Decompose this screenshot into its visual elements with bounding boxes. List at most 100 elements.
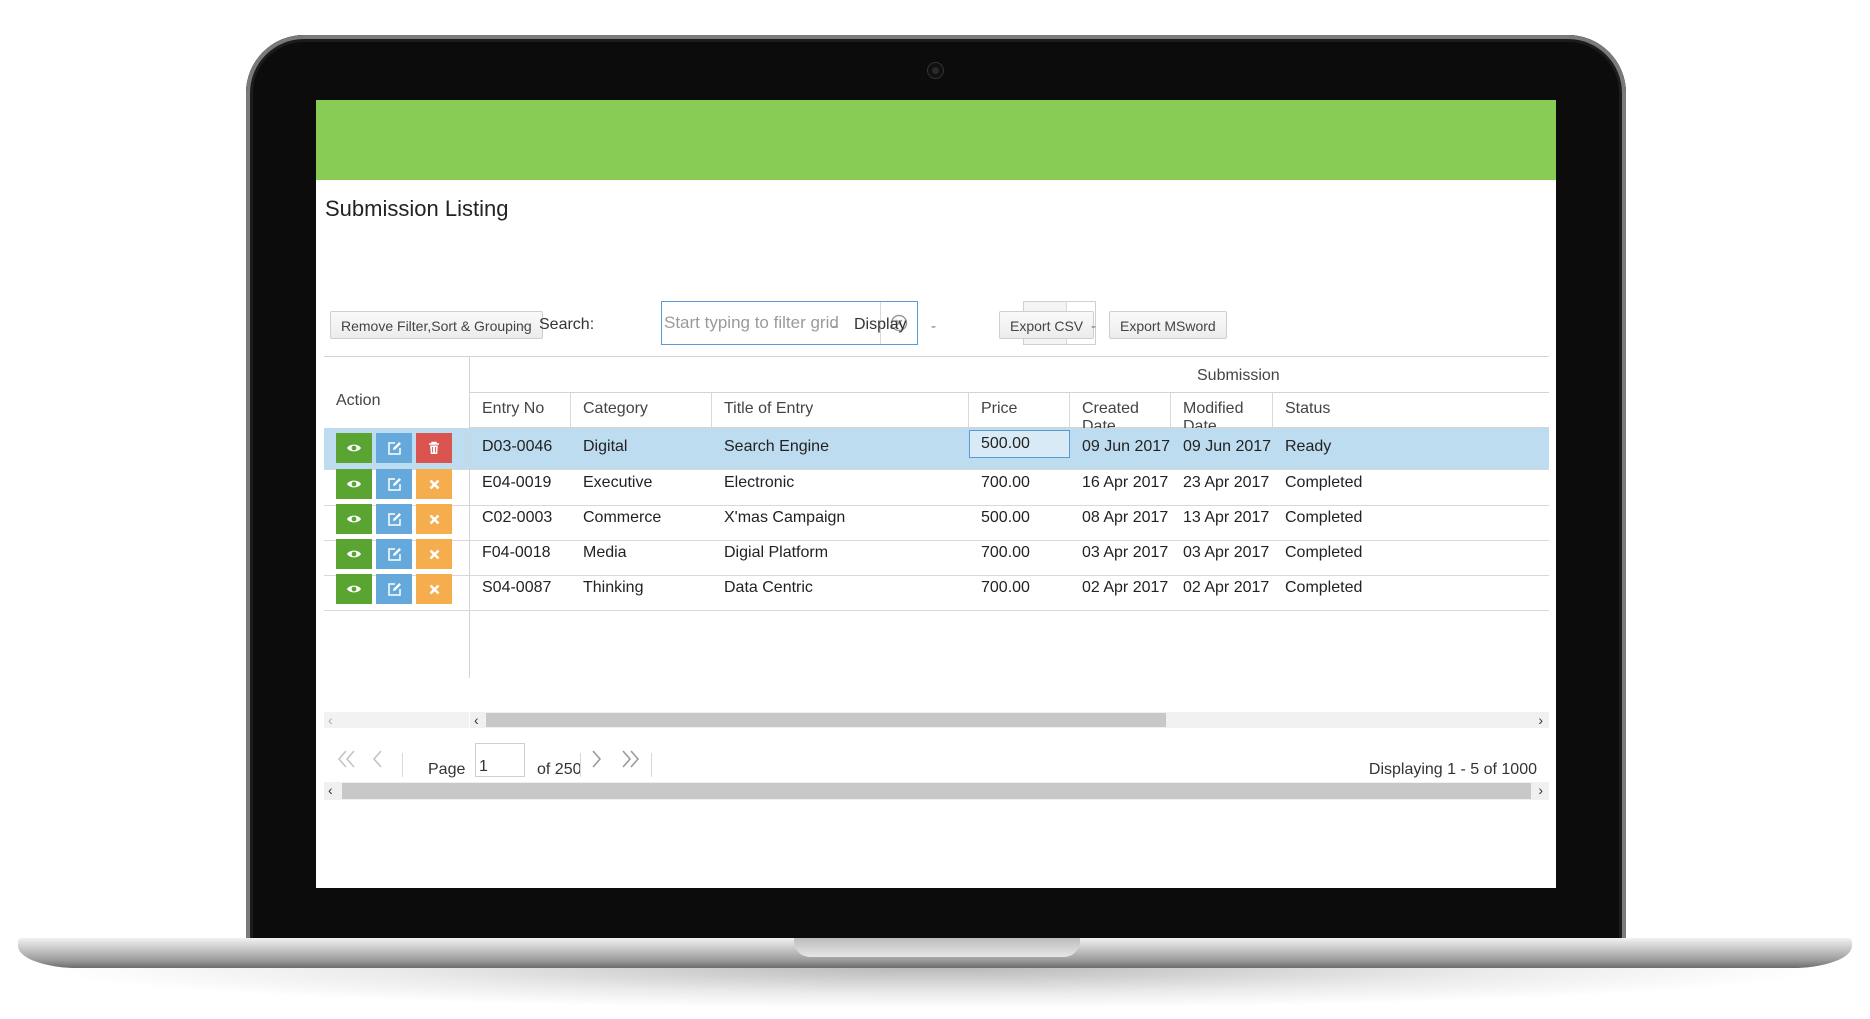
view-button[interactable] xyxy=(336,504,372,534)
cell-modified: 03 Apr 2017 xyxy=(1183,544,1270,561)
display-label: Display xyxy=(854,316,907,333)
cell-price: 500.00 xyxy=(969,430,1070,458)
action-header-label: Action xyxy=(336,392,381,409)
column-header-entry-no[interactable]: Entry No xyxy=(470,393,571,428)
scroll-left-arrow[interactable]: ‹ xyxy=(328,782,333,798)
action-column: Action xyxy=(324,357,470,678)
cell-modified: 23 Apr 2017 xyxy=(1183,474,1270,491)
cancel-button[interactable] xyxy=(416,504,452,534)
cell-title: Electronic xyxy=(724,474,795,491)
x-icon xyxy=(429,514,439,524)
cell-status: Completed xyxy=(1285,509,1363,526)
double-chevron-right-icon[interactable] xyxy=(619,749,641,769)
edit-button[interactable] xyxy=(376,469,412,499)
chevron-left-icon[interactable] xyxy=(370,749,384,769)
cell-status: Completed xyxy=(1285,544,1363,561)
scroll-left-arrow[interactable]: ‹ xyxy=(328,712,333,728)
cell-title: Digial Platform xyxy=(724,544,829,561)
edit-icon xyxy=(387,547,401,561)
cancel-button[interactable] xyxy=(416,469,452,499)
edit-button[interactable] xyxy=(376,539,412,569)
toolbar-separator: - xyxy=(521,318,526,335)
toolbar-separator: - xyxy=(832,318,837,335)
column-header-price[interactable]: Price xyxy=(969,393,1070,428)
page-number-input[interactable] xyxy=(475,743,525,777)
search-input[interactable] xyxy=(664,304,882,342)
submission-grid: Action Submission Entry No Category Titl… xyxy=(324,356,1549,679)
cell-modified: 13 Apr 2017 xyxy=(1183,509,1270,526)
view-button[interactable] xyxy=(336,574,372,604)
cancel-button[interactable] xyxy=(416,539,452,569)
edit-button[interactable] xyxy=(376,433,412,463)
scrollbar-thumb[interactable] xyxy=(342,783,1531,799)
cell-status: Completed xyxy=(1285,474,1363,491)
view-button[interactable] xyxy=(336,433,372,463)
search-label: Search: xyxy=(539,316,595,333)
page-total: of 250 xyxy=(537,761,582,778)
cell-created: 08 Apr 2017 xyxy=(1082,509,1169,526)
cell-modified: 09 Jun 2017 xyxy=(1183,438,1272,455)
cancel-button[interactable] xyxy=(416,574,452,604)
toolbar-separator: - xyxy=(931,318,936,335)
pager-divider xyxy=(402,753,403,777)
toolbar-separator: - xyxy=(1091,318,1096,335)
action-header: Action xyxy=(324,357,469,429)
remove-filter-button[interactable]: Remove Filter,Sort & Grouping xyxy=(330,311,543,339)
column-header-modified-date[interactable]: Modified Date xyxy=(1171,393,1273,435)
group-header-label: Submission xyxy=(1197,367,1280,384)
column-header-title[interactable]: Title of Entry xyxy=(712,393,969,428)
display-info: Displaying 1 - 5 of 1000 xyxy=(1368,761,1537,778)
export-csv-button[interactable]: Export CSV xyxy=(999,311,1095,339)
view-button[interactable] xyxy=(336,469,372,499)
cell-entry-no: S04-0087 xyxy=(482,579,552,596)
page-label: Page xyxy=(428,761,466,778)
pager: Page of 250 Displaying 1 - 5 of 1000 xyxy=(324,742,1549,782)
action-scrollbar[interactable]: ‹ xyxy=(324,712,469,728)
cell-entry-no: D03-0046 xyxy=(482,438,553,455)
x-icon xyxy=(429,479,439,489)
cell-title: X'mas Campaign xyxy=(724,509,846,526)
edit-button[interactable] xyxy=(376,504,412,534)
scroll-right-arrow[interactable]: › xyxy=(1538,782,1543,798)
cell-title: Search Engine xyxy=(724,438,829,455)
cell-status: Ready xyxy=(1285,438,1332,455)
page-title: Submission Listing xyxy=(325,196,509,221)
scrollbar-thumb[interactable] xyxy=(486,713,1166,727)
chevron-right-icon[interactable] xyxy=(590,749,604,769)
cell-price: 500.00 xyxy=(981,509,1030,526)
group-header: Submission xyxy=(470,357,1549,393)
export-msword-button[interactable]: Export MSword xyxy=(1109,311,1227,339)
cell-entry-no: C02-0003 xyxy=(482,509,553,526)
cell-status: Completed xyxy=(1285,579,1363,596)
cell-category: Thinking xyxy=(583,579,644,596)
cell-category: Digital xyxy=(583,438,628,455)
eye-icon xyxy=(347,515,361,523)
cell-created: 03 Apr 2017 xyxy=(1082,544,1169,561)
cell-category: Executive xyxy=(583,474,653,491)
view-button[interactable] xyxy=(336,539,372,569)
eye-icon xyxy=(347,480,361,488)
trash-icon xyxy=(429,441,439,454)
header-bar xyxy=(316,100,1556,180)
delete-button[interactable] xyxy=(416,433,452,463)
column-header-status[interactable]: Status xyxy=(1273,393,1549,428)
laptop-notch xyxy=(794,938,1080,957)
edit-button[interactable] xyxy=(376,574,412,604)
eye-icon xyxy=(347,444,361,452)
cell-created: 09 Jun 2017 xyxy=(1082,438,1171,455)
column-header-created-date[interactable]: Created Date xyxy=(1070,393,1171,435)
column-header-category[interactable]: Category xyxy=(571,393,712,428)
grid-horizontal-scrollbar[interactable]: ‹ › xyxy=(470,712,1549,728)
pager-divider xyxy=(580,753,581,777)
page-horizontal-scrollbar[interactable]: ‹ › xyxy=(324,782,1549,800)
scroll-left-arrow[interactable]: ‹ xyxy=(474,712,479,728)
edit-icon xyxy=(387,441,401,455)
app-screen: Submission Listing Remove Filter,Sort & … xyxy=(316,100,1556,888)
cell-created: 16 Apr 2017 xyxy=(1082,474,1169,491)
cell-entry-no: E04-0019 xyxy=(482,474,552,491)
cell-category: Media xyxy=(583,544,627,561)
table-row[interactable]: S04-0087 Thinking Data Centric 700.00 02 Apr… xyxy=(470,569,1549,611)
scroll-right-arrow[interactable]: › xyxy=(1538,712,1543,728)
cell-created: 02 Apr 2017 xyxy=(1082,579,1169,596)
double-chevron-left-icon[interactable] xyxy=(336,749,358,769)
